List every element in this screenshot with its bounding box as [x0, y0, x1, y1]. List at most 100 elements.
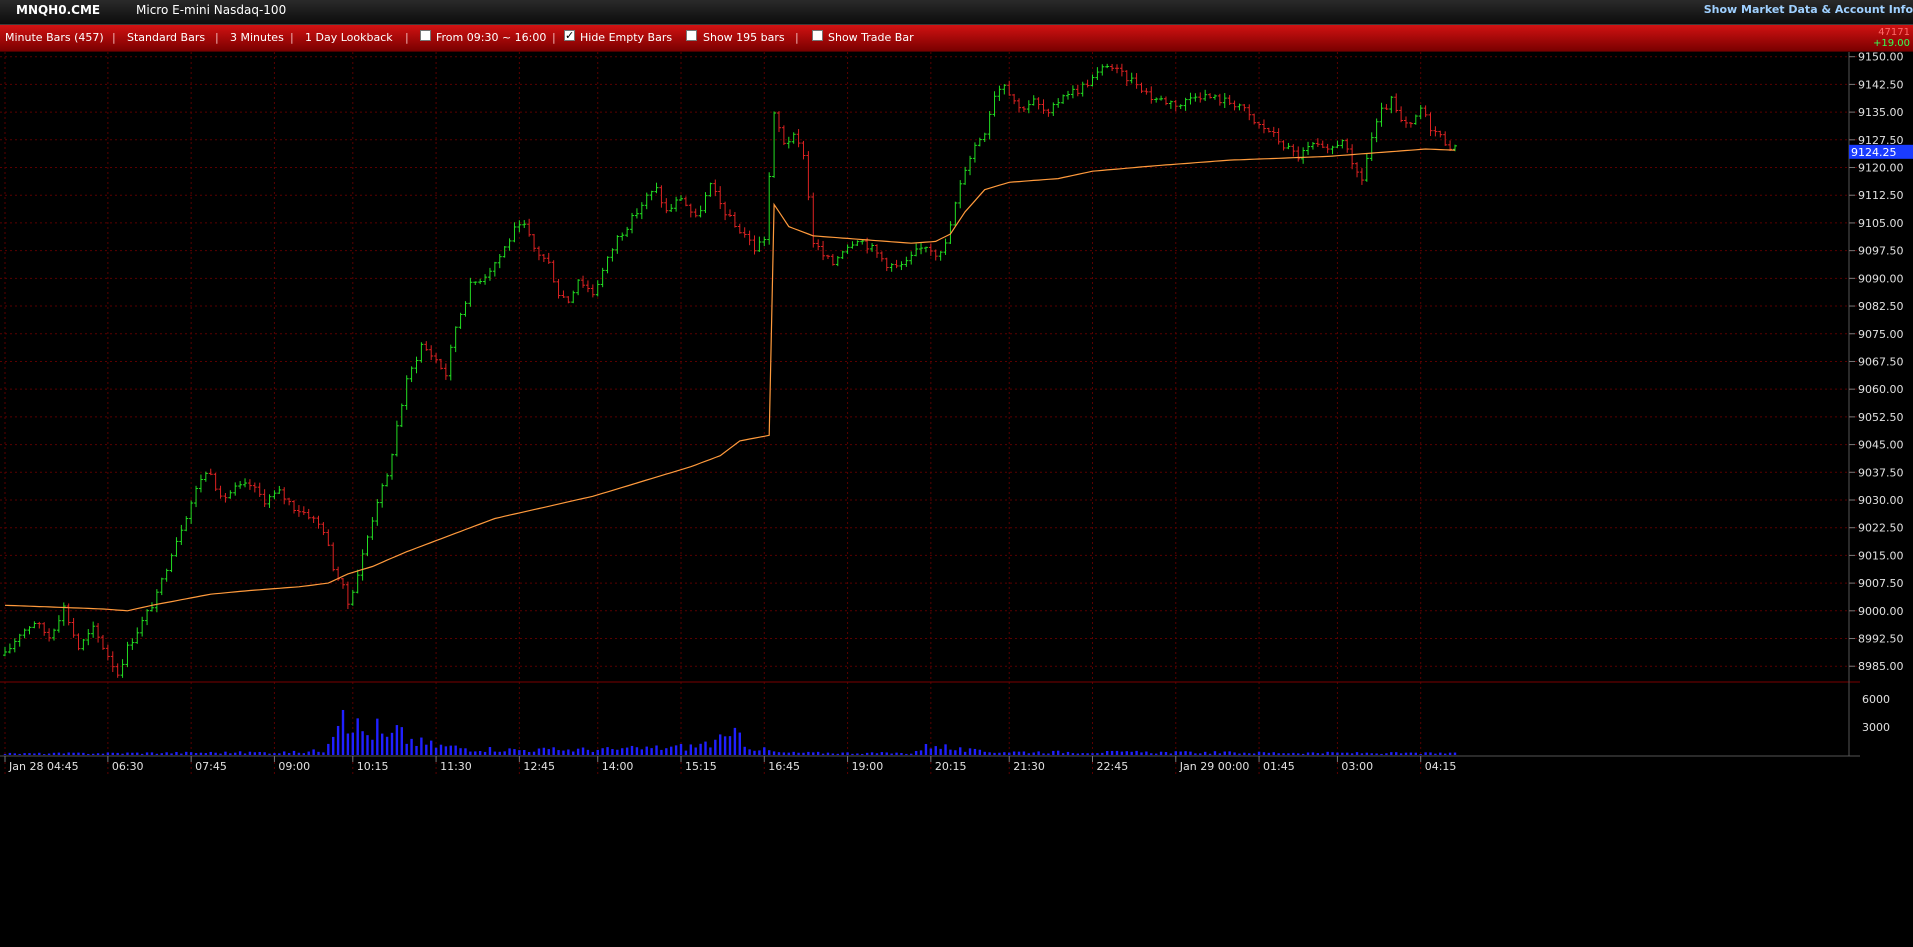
- volume-bar: [1194, 753, 1197, 755]
- separator: |: [405, 31, 409, 44]
- volume-bar: [160, 753, 163, 755]
- account-info-link[interactable]: Show Market Data & Account Info: [1704, 3, 1913, 16]
- volume-bar: [910, 753, 913, 755]
- volume-bar: [1047, 753, 1050, 755]
- volume-bar: [1154, 753, 1158, 755]
- volume-bar: [1174, 751, 1177, 755]
- volume-bar: [1311, 752, 1315, 755]
- show-bars-checkbox[interactable]: [686, 30, 697, 41]
- volume-bar: [895, 752, 898, 755]
- volume-bar: [905, 753, 908, 755]
- volume-bar: [1159, 751, 1163, 755]
- volume-bar: [278, 753, 281, 755]
- price-chart[interactable]: 9150.009142.509135.009127.509120.009112.…: [0, 52, 1913, 947]
- volume-bar: [199, 752, 203, 755]
- volume-bar: [126, 752, 129, 755]
- volume-bar: [1169, 753, 1173, 755]
- volume-bar: [674, 745, 678, 755]
- volume-bar: [1419, 754, 1422, 755]
- volume-bar: [1365, 752, 1369, 755]
- time-tick-label: 20:15: [935, 760, 967, 773]
- volume-bar: [1326, 751, 1329, 755]
- volume-bar: [993, 752, 996, 755]
- interval-selector[interactable]: 3 Minutes: [230, 31, 284, 44]
- hide-empty-bars-label: Hide Empty Bars: [580, 31, 673, 44]
- volume-bar: [777, 752, 781, 755]
- volume-bar: [3, 754, 7, 755]
- volume-bar: [1252, 753, 1256, 755]
- volume-bar: [1164, 751, 1168, 755]
- volume-bar: [630, 745, 634, 755]
- volume-bar: [238, 751, 242, 755]
- volume-bar: [82, 752, 85, 755]
- volume-bar: [772, 751, 776, 755]
- hide-empty-bars-checkbox[interactable]: ✓: [564, 30, 575, 41]
- volume-bar: [684, 750, 688, 755]
- volume-bar: [1385, 753, 1388, 755]
- volume-bar: [1061, 753, 1065, 755]
- volume-bar: [954, 750, 957, 755]
- separator: |: [795, 31, 799, 44]
- volume-bar: [1179, 751, 1182, 755]
- volume-bar: [1439, 752, 1442, 755]
- volume-bar: [890, 753, 893, 755]
- volume-bar: [429, 740, 433, 755]
- volume-bar: [670, 746, 673, 755]
- volume-bar: [753, 750, 756, 755]
- volume-bar: [77, 752, 80, 755]
- volume-bar: [880, 752, 884, 755]
- price-tick-label: 9060.00: [1858, 383, 1904, 396]
- volume-bar: [253, 752, 257, 755]
- volume-bar: [728, 736, 732, 755]
- volume-bar: [1399, 753, 1403, 755]
- volume-bar: [62, 753, 65, 755]
- price-change-readout: +19.00: [1872, 38, 1910, 49]
- volume-bar: [366, 735, 369, 755]
- volume-bar: [870, 752, 874, 755]
- volume-bar: [508, 748, 511, 755]
- symbol-label[interactable]: MNQH0.CME: [16, 3, 100, 17]
- volume-bar: [1346, 752, 1349, 755]
- volume-bar: [1052, 750, 1055, 755]
- volume-bar: [336, 725, 340, 755]
- price-tick-label: 8992.50: [1858, 633, 1904, 646]
- volume-bar: [214, 752, 217, 755]
- volume-bar: [1012, 751, 1016, 755]
- volume-bar: [694, 747, 697, 755]
- volume-bar: [699, 743, 702, 755]
- volume-bar: [292, 750, 296, 755]
- volume-bar: [47, 753, 51, 755]
- volume-bar: [444, 746, 448, 755]
- price-tick-label: 9120.00: [1858, 162, 1904, 175]
- volume-bar: [1228, 751, 1231, 755]
- volume-bar: [1135, 750, 1138, 755]
- show-trade-bar-checkbox[interactable]: [812, 30, 823, 41]
- volume-bar: [312, 749, 315, 755]
- volume-bar: [405, 743, 408, 755]
- volume-bar: [763, 747, 766, 755]
- volume-bar: [542, 747, 546, 755]
- volume-bar: [454, 745, 457, 755]
- volume-bar: [371, 739, 374, 755]
- volume-bar: [189, 752, 193, 755]
- volume-bar: [1390, 752, 1393, 755]
- volume-bar: [1277, 753, 1280, 755]
- from-time-checkbox[interactable]: [420, 30, 431, 41]
- volume-bar: [18, 753, 21, 755]
- volume-bar: [356, 718, 359, 755]
- bar-style-selector[interactable]: Standard Bars: [127, 31, 205, 44]
- volume-bar: [988, 752, 991, 755]
- price-tick-label: 9112.50: [1858, 189, 1904, 202]
- volume-bar: [1125, 751, 1128, 755]
- price-tick-label: 9150.00: [1858, 52, 1904, 64]
- volume-bar: [1042, 753, 1045, 755]
- bar-type-selector[interactable]: Minute Bars (457): [5, 31, 104, 44]
- volume-bar: [532, 751, 536, 755]
- last-price-label: 9124.25: [1851, 146, 1897, 159]
- volume-bar: [464, 748, 467, 755]
- volume-bar: [591, 751, 595, 755]
- volume-bar: [861, 753, 864, 755]
- volume-bar: [704, 741, 707, 755]
- chart-grid: [0, 52, 1913, 947]
- lookback-selector[interactable]: 1 Day Lookback: [305, 31, 393, 44]
